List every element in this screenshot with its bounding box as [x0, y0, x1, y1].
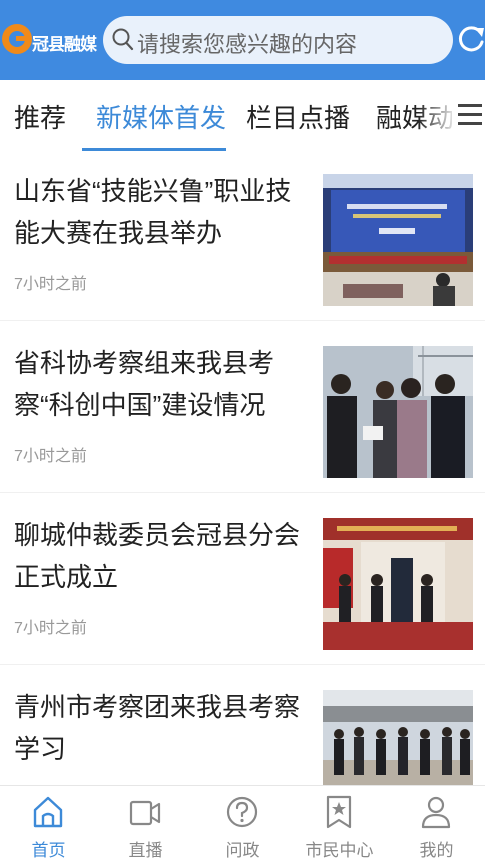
video-icon [129, 800, 161, 826]
active-tab-indicator [82, 148, 226, 151]
search-input[interactable]: 请搜索您感兴趣的内容 [103, 16, 453, 64]
nav-mine-label: 我的 [419, 841, 454, 860]
bookmark-star-icon [326, 795, 352, 829]
home-icon [33, 796, 63, 828]
nav-live[interactable]: 直播 [97, 786, 194, 860]
nav-home[interactable]: 首页 [0, 786, 97, 860]
article-item[interactable]: 省科协考察组来我县考察“科创中国”建设情况 7小时之前 [0, 330, 485, 502]
nav-citizen-center[interactable]: 市民中心 [291, 786, 388, 860]
search-icon [112, 28, 134, 51]
tab-column-vod[interactable]: 栏目点播 [246, 98, 350, 135]
nav-home-label: 首页 [31, 841, 66, 860]
article-title: 青州市考察团来我县考察学习 [14, 692, 301, 764]
bottom-nav: 首页 直播 问政 市民中心 我的 [0, 785, 485, 860]
article-item[interactable]: 聊城仲裁委员会冠县分会正式成立 7小时之前 [0, 502, 485, 674]
tab-new-media[interactable]: 新媒体首发 [96, 98, 226, 135]
article-thumbnail [323, 518, 473, 650]
question-icon [226, 796, 258, 828]
article-title: 山东省“技能兴鲁”职业技能大赛在我县举办 [14, 176, 292, 248]
logo-text: 冠县融媒 [32, 35, 97, 54]
refresh-icon[interactable] [458, 24, 485, 56]
nav-mine[interactable]: 我的 [388, 786, 485, 860]
article-time: 7小时之前 [14, 620, 87, 637]
menu-icon[interactable] [452, 100, 485, 130]
nav-inquiry-label: 问政 [225, 841, 260, 860]
article-item[interactable]: 山东省“技能兴鲁”职业技能大赛在我县举办 7小时之前 [0, 158, 485, 330]
article-thumbnail [323, 346, 473, 478]
user-icon [421, 796, 451, 829]
article-time: 7小时之前 [14, 276, 87, 293]
app-logo: 冠县融媒 [2, 22, 98, 56]
tab-recommend[interactable]: 推荐 [14, 98, 66, 135]
search-placeholder: 请搜索您感兴趣的内容 [137, 32, 358, 57]
article-title: 聊城仲裁委员会冠县分会正式成立 [14, 520, 301, 592]
app-header: 冠县融媒 请搜索您感兴趣的内容 [0, 0, 485, 80]
nav-inquiry[interactable]: 问政 [194, 786, 291, 860]
category-tabs: 推荐 新媒体首发 栏目点播 融媒动态 [0, 80, 485, 152]
article-title: 省科协考察组来我县考察“科创中国”建设情况 [14, 348, 275, 420]
article-thumbnail [323, 174, 473, 306]
article-thumbnail [323, 690, 473, 786]
nav-live-label: 直播 [128, 841, 163, 860]
nav-citizen-center-label: 市民中心 [305, 841, 374, 860]
article-time: 7小时之前 [14, 448, 87, 465]
